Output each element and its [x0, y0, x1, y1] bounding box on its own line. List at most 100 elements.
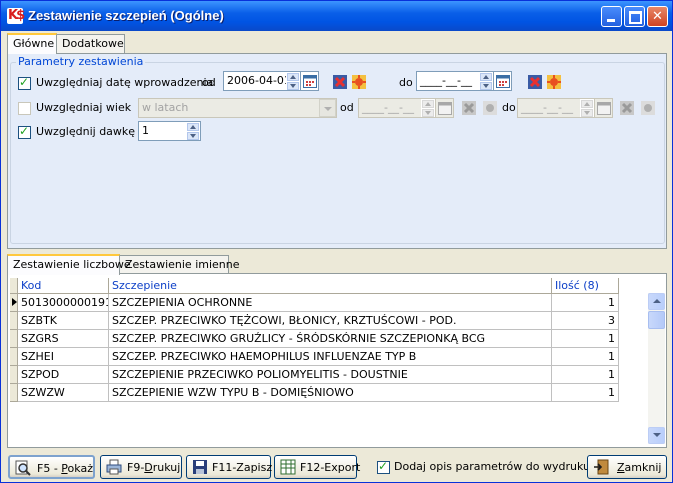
age-from-spinner[interactable]: [421, 98, 436, 118]
sun-icon: [352, 75, 366, 89]
date-to-today-button[interactable]: [546, 74, 562, 90]
age-to-field[interactable]: ____-__-__: [517, 98, 581, 118]
tab-zestawienie-imienne[interactable]: Zestawienie imienne: [119, 255, 240, 274]
sun-icon: [641, 101, 655, 115]
cell-szczepienie[interactable]: SZCZEP. PRZECIWKO GRUŹLICY - ŚRÓDSKÓRNIE…: [109, 330, 552, 348]
cell-szczepienie[interactable]: SZCZEP. PRZECIWKO TĘŻCOWI, BŁONICY, KRZT…: [109, 312, 552, 330]
table-row[interactable]: SZHEI SZCZEP. PRZECIWKO HAEMOPHILUS INFL…: [10, 348, 627, 366]
export-button[interactable]: F12-Export: [274, 455, 361, 479]
col-header-ilosc[interactable]: Ilość (8): [552, 278, 619, 294]
col-header-szczepienie[interactable]: Szczepienie: [109, 278, 552, 294]
calendar-icon: [303, 75, 317, 88]
age-checkbox[interactable]: [18, 102, 31, 115]
maximize-icon: [629, 11, 642, 24]
add-description-checkbox[interactable]: [377, 459, 390, 474]
close-button[interactable]: Zamknij: [587, 455, 667, 479]
floppy-disk-icon: [193, 460, 207, 474]
date-from-spinner[interactable]: [286, 71, 301, 91]
printer-icon: [106, 459, 122, 475]
row-indicator: [10, 348, 18, 366]
cell-szczepienie[interactable]: SZCZEPIENIE PRZECIWKO POLIOMYELITIS - DO…: [109, 366, 552, 384]
scroll-up-icon[interactable]: [648, 293, 665, 310]
cell-kod[interactable]: 5013000000191: [18, 294, 109, 312]
tab-glowne[interactable]: Główne: [7, 33, 57, 54]
window-title: Zestawienie szczepień (Ogólne): [28, 8, 224, 23]
grid-header: Kod Szczepienie Ilość (8): [10, 278, 619, 294]
dose-checkbox[interactable]: [18, 124, 31, 139]
cell-kod[interactable]: SZWZW: [18, 384, 109, 402]
header-indicator: [10, 278, 18, 294]
date-from-clear-button[interactable]: [332, 74, 348, 90]
chevron-down-icon[interactable]: [319, 99, 336, 117]
table-row[interactable]: SZBTK SZCZEP. PRZECIWKO TĘŻCOWI, BŁONICY…: [10, 312, 627, 330]
row-indicator: [10, 384, 18, 402]
cell-ilosc[interactable]: 3: [552, 312, 619, 330]
clear-icon: [528, 75, 542, 89]
dose-field[interactable]: 1: [138, 121, 187, 141]
row-indicator: [10, 330, 18, 348]
export-button-label: F12-Export: [300, 461, 361, 474]
age-to-calendar-button[interactable]: [595, 98, 613, 118]
table-row[interactable]: SZPOD SZCZEPIENIE PRZECIWKO POLIOMYELITI…: [10, 366, 627, 384]
date-to-field[interactable]: ____-__-__: [416, 71, 480, 91]
date-checkbox[interactable]: [18, 75, 31, 90]
print-button[interactable]: F9-Drukuj: [100, 455, 182, 479]
title-bar[interactable]: K$ Zestawienie szczepień (Ogólne) ✕: [1, 1, 672, 31]
table-row[interactable]: 5013000000191 SZCZEPIENIA OCHRONNE 1: [10, 294, 627, 312]
table-row[interactable]: SZWZW SZCZEPIENIE WZW TYPU B - DOMIĘŚNIO…: [10, 384, 627, 402]
scroll-thumb[interactable]: [648, 311, 665, 329]
age-from-clear-button[interactable]: [461, 100, 477, 116]
cell-kod[interactable]: SZHEI: [18, 348, 109, 366]
cell-kod[interactable]: SZBTK: [18, 312, 109, 330]
cell-szczepienie[interactable]: SZCZEPIENIA OCHRONNE: [109, 294, 552, 312]
table-row[interactable]: SZGRS SZCZEP. PRZECIWKO GRUŹLICY - ŚRÓDS…: [10, 330, 627, 348]
date-from-calendar-button[interactable]: [301, 71, 319, 91]
date-to-calendar-button[interactable]: [494, 71, 512, 91]
date-from-label: od: [202, 76, 216, 89]
age-from-today-button[interactable]: [482, 100, 498, 116]
cell-ilosc[interactable]: 1: [552, 384, 619, 402]
scroll-down-icon[interactable]: [648, 427, 665, 444]
tab-zestawienie-liczbowe[interactable]: Zestawienie liczbowe: [7, 254, 131, 275]
age-to-clear-button[interactable]: [619, 100, 635, 116]
grid-scrollbar[interactable]: [648, 293, 665, 444]
cell-szczepienie[interactable]: SZCZEP. PRZECIWKO HAEMOPHILUS INFLUENZAE…: [109, 348, 552, 366]
col-header-kod[interactable]: Kod: [18, 278, 109, 294]
dose-label: Uwzględnij dawkę: [36, 125, 136, 138]
cell-ilosc[interactable]: 1: [552, 366, 619, 384]
date-to-clear-button[interactable]: [527, 74, 543, 90]
calendar-icon: [496, 75, 510, 88]
clear-icon: [333, 75, 347, 89]
age-from-calendar-button[interactable]: [436, 98, 454, 118]
dose-spinner[interactable]: [186, 121, 201, 141]
date-to-spinner[interactable]: [479, 71, 494, 91]
save-button[interactable]: F11-Zapisz: [186, 455, 272, 479]
cell-ilosc[interactable]: 1: [552, 294, 619, 312]
maximize-button[interactable]: [624, 6, 645, 27]
app-logo-icon: K$: [7, 8, 25, 24]
exit-door-icon: [594, 459, 609, 475]
params-group-label: Parametry zestawienia: [16, 55, 146, 68]
calendar-icon: [597, 102, 611, 115]
tab-dodatkowe[interactable]: Dodatkowe: [56, 34, 125, 53]
clear-icon: [620, 101, 634, 115]
spreadsheet-icon: [280, 459, 296, 475]
cell-kod[interactable]: SZGRS: [18, 330, 109, 348]
age-unit-select[interactable]: w latach: [138, 98, 337, 118]
show-button[interactable]: F5 - Pokaż: [8, 455, 95, 479]
cell-ilosc[interactable]: 1: [552, 330, 619, 348]
cell-kod[interactable]: SZPOD: [18, 366, 109, 384]
date-from-today-button[interactable]: [351, 74, 367, 90]
age-to-spinner[interactable]: [580, 98, 595, 118]
age-from-field[interactable]: ____-__-__: [358, 98, 422, 118]
close-window-button[interactable]: ✕: [647, 6, 668, 27]
cell-ilosc[interactable]: 1: [552, 348, 619, 366]
print-button-label: F9-Drukuj: [127, 461, 181, 474]
footer-toolbar: F5 - Pokaż F9-Drukuj F11-Zapisz F12-Expo…: [1, 450, 672, 482]
row-indicator: [10, 294, 18, 312]
minimize-button[interactable]: [601, 6, 622, 27]
cell-szczepienie[interactable]: SZCZEPIENIE WZW TYPU B - DOMIĘŚNIOWO: [109, 384, 552, 402]
age-to-today-button[interactable]: [640, 100, 656, 116]
date-from-field[interactable]: 2006-04-01: [223, 71, 287, 91]
sun-icon: [547, 75, 561, 89]
